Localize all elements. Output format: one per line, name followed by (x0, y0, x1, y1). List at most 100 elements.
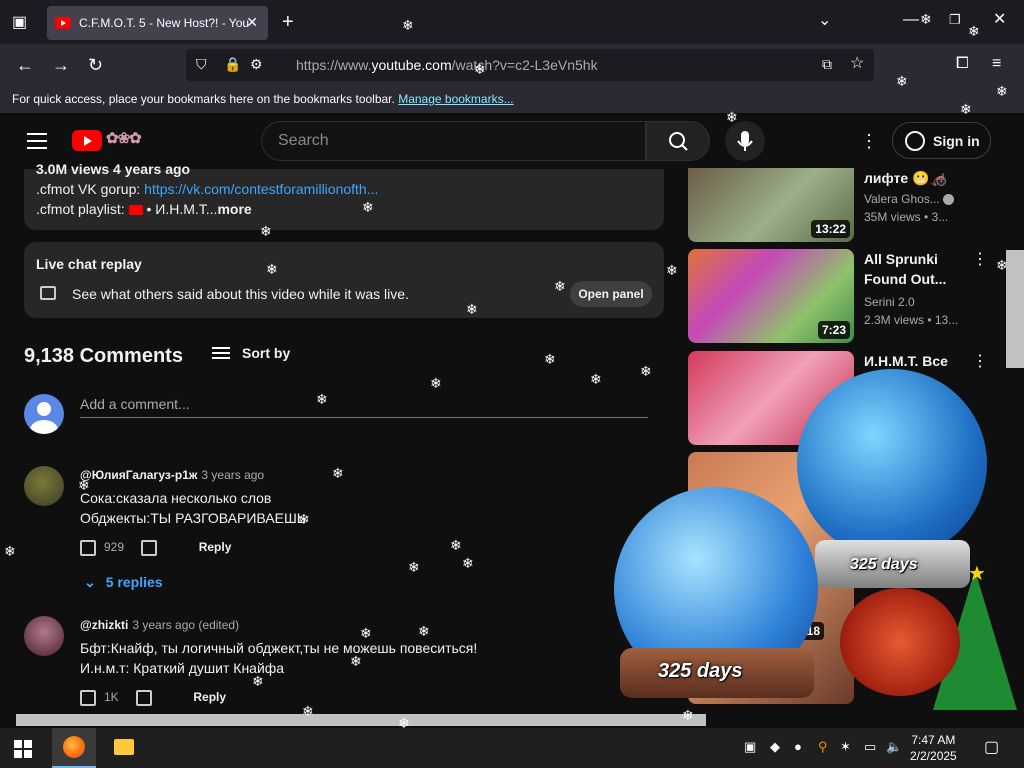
vk-link[interactable]: https://vk.com/contestforamillionofth... (144, 181, 378, 197)
video-duration: 13:22 (811, 220, 850, 238)
tray-search-icon[interactable]: ⚲ (818, 740, 828, 753)
playlist-link[interactable]: • И.Н.М.Т... (146, 201, 217, 217)
snowflake-icon: ❄ (418, 623, 430, 639)
dislike-icon[interactable] (141, 540, 158, 556)
comment-author[interactable]: @ЮлияГалагуз-р1ж (80, 468, 197, 482)
sort-icon (212, 347, 230, 349)
hamburger-menu-icon[interactable] (27, 133, 47, 154)
tray-app-icon[interactable]: ● (794, 740, 802, 753)
commenter-avatar[interactable] (24, 466, 64, 506)
snowflake-icon: ❄ (252, 673, 264, 689)
network-icon[interactable]: ▭ (864, 740, 876, 753)
browser-nav-bar: ← → ↻ ⛉ 🔒 ⚙ https://www.youtube.com/watc… (0, 44, 1024, 86)
bookmark-star-icon[interactable]: ☆ (850, 56, 864, 72)
url-text[interactable]: https://www.youtube.com/watch?v=c2-L3eVn… (296, 57, 598, 73)
snowflake-icon: ❄ (78, 477, 90, 493)
add-comment-input[interactable]: Add a comment... (80, 396, 648, 418)
search-button[interactable] (646, 121, 710, 161)
open-panel-button[interactable]: Open panel (570, 281, 652, 307)
snowflake-icon: ❄ (332, 465, 344, 481)
search-icon (669, 132, 688, 151)
chevron-down-icon[interactable]: ⌄ (818, 13, 831, 29)
forward-icon[interactable]: → (52, 56, 70, 74)
channel-name[interactable]: Valera Ghos... (864, 192, 955, 206)
like-icon[interactable] (80, 540, 96, 556)
minimize-icon[interactable]: — (903, 12, 919, 28)
tab-list-icon[interactable]: ▣ (12, 15, 27, 31)
comment-author[interactable]: @zhizkti (80, 618, 128, 632)
notifications-icon[interactable]: ▢ (984, 740, 999, 756)
taskbar-firefox[interactable] (52, 728, 96, 768)
video-title[interactable]: All Sprunki Found Out... (864, 249, 984, 289)
video-thumbnail[interactable]: 7:23 (688, 249, 854, 343)
extensions-icon[interactable]: ⧠ (956, 56, 969, 72)
youtube-logo-icon[interactable] (72, 130, 102, 151)
reload-icon[interactable]: ↻ (88, 56, 103, 74)
close-window-icon[interactable]: ✕ (993, 12, 1006, 28)
recommended-video[interactable]: 13:22 лифте 😬🦽 Valera Ghos... 35M views … (688, 168, 1008, 242)
playlist-label: .cfmot playlist: (36, 201, 129, 217)
pip-icon[interactable]: ⧉ (822, 57, 832, 71)
star-icon: ★ (968, 563, 986, 585)
menu-icon[interactable]: ≡ (992, 56, 1001, 72)
youtube-doodle[interactable]: ✿❀✿ (106, 129, 142, 147)
comment-item: @zhizkti 3 years ago (edited) Бфт:Кнайф, … (24, 616, 654, 712)
close-tab-icon[interactable]: ✕ (246, 14, 258, 31)
snowflake-icon: ❄ (466, 301, 478, 317)
tab-youtube[interactable]: C.F.M.O.T. 5 - New Host?! - YouTube ✕ (47, 6, 268, 40)
voice-search-button[interactable] (725, 121, 765, 161)
manage-bookmarks-link[interactable]: Manage bookmarks... (398, 92, 513, 106)
channel-name[interactable]: Serini 2.0 (864, 295, 915, 309)
reply-button[interactable]: Reply (199, 540, 232, 554)
back-icon[interactable]: ← (16, 56, 34, 74)
sign-in-button[interactable]: Sign in (892, 122, 991, 159)
view-replies-button[interactable]: ⌄ 5 replies (84, 574, 163, 591)
user-avatar (24, 394, 64, 434)
like-icon[interactable] (80, 690, 96, 706)
tray-app-icon[interactable]: ✶ (840, 740, 851, 753)
account-icon (905, 131, 925, 151)
new-tab-icon[interactable]: + (282, 12, 294, 32)
video-thumbnail[interactable]: 13:22 (688, 168, 854, 242)
search-input[interactable]: Search (261, 121, 646, 161)
taskbar-file-explorer[interactable] (102, 728, 146, 768)
comments-count: 9,138 Comments (24, 345, 183, 367)
taskbar-clock[interactable]: 7:47 AM 2/2/2025 (910, 732, 957, 764)
shield-icon[interactable]: ⛉ (196, 57, 207, 71)
snowflake-icon: ❄ (968, 23, 980, 39)
recommended-video[interactable]: 7:23 All Sprunki Found Out... Serini 2.0… (688, 249, 1008, 343)
comment-line: И.н.м.т: Краткий душит Кнайфа (80, 660, 285, 676)
maximize-icon[interactable]: ❐ (949, 13, 961, 26)
commenter-avatar[interactable] (24, 616, 64, 656)
windows-taskbar: ▣ ◆ ● ⚲ ✶ ▭ 🔈 7:47 AM 2/2/2025 ▢ (0, 728, 1024, 768)
lock-icon[interactable]: 🔒 (224, 57, 241, 71)
sort-by-button[interactable]: Sort by (212, 345, 290, 361)
more-actions-icon[interactable]: ⋮ (972, 249, 988, 269)
dislike-icon[interactable] (136, 690, 153, 706)
sign-in-label: Sign in (933, 133, 980, 149)
permissions-icon[interactable]: ⚙ (250, 57, 263, 71)
channel-name-text: Valera Ghos... (864, 192, 940, 206)
snowflake-icon: ❄ (430, 375, 442, 391)
tray-app-icon[interactable]: ◆ (770, 740, 780, 753)
video-description[interactable]: 3.0M views 4 years ago .cfmot VK gorup: … (24, 161, 664, 230)
address-bar[interactable]: ⛉ 🔒 ⚙ https://www.youtube.com/watch?v=c2… (186, 49, 874, 81)
settings-kebab-icon[interactable]: ⋮ (860, 131, 878, 152)
vertical-scrollbar-thumb[interactable] (1006, 250, 1024, 368)
show-more-link[interactable]: more (217, 201, 251, 217)
tab-title: C.F.M.O.T. 5 - New Host?! - YouTube (79, 16, 249, 30)
windows-start-icon[interactable] (14, 740, 32, 758)
volume-icon[interactable]: 🔈 (886, 740, 902, 753)
clock-date: 2/2/2025 (910, 749, 957, 763)
video-title[interactable]: И.Н.М.Т. Все (864, 351, 984, 371)
microphone-icon (737, 131, 753, 151)
video-title[interactable]: лифте 😬🦽 (864, 168, 984, 188)
browser-tab-bar: ▣ C.F.M.O.T. 5 - New Host?! - YouTube ✕ … (0, 0, 1024, 44)
snowflake-icon: ❄ (554, 278, 566, 294)
horizontal-scrollbar-thumb[interactable] (16, 714, 706, 726)
comment-time[interactable]: 3 years ago (edited) (132, 618, 239, 632)
reply-button[interactable]: Reply (193, 690, 226, 704)
comment-time[interactable]: 3 years ago (201, 468, 264, 482)
more-actions-icon[interactable]: ⋮ (972, 351, 988, 371)
tray-app-icon[interactable]: ▣ (744, 740, 756, 753)
